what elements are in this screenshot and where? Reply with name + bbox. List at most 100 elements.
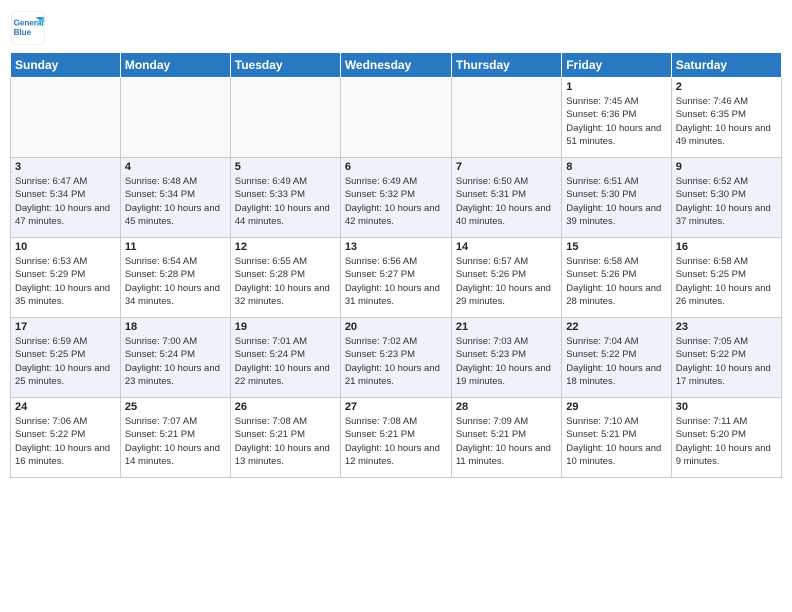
logo-icon: General Blue [10,10,46,46]
calendar-cell: 21 Sunrise: 7:03 AM Sunset: 5:23 PM Dayli… [451,318,561,398]
day-number: 2 [676,81,777,93]
day-number: 30 [676,401,777,413]
day-info: Sunrise: 7:08 AM Sunset: 5:21 PM Dayligh… [235,415,336,468]
day-number: 3 [15,161,116,173]
calendar-cell: 28 Sunrise: 7:09 AM Sunset: 5:21 PM Dayli… [451,398,561,478]
calendar-cell: 27Sunrise: 7:08 AM Sunset: 5:21 PM Dayli… [340,398,451,478]
column-header-thursday: Thursday [451,53,561,78]
column-header-saturday: Saturday [671,53,781,78]
calendar-cell: 17 Sunrise: 6:59 AM Sunset: 5:25 PM Dayli… [11,318,121,398]
day-info: Sunrise: 6:49 AM Sunset: 5:33 PM Dayligh… [235,175,336,228]
day-info: Sunrise: 6:56 AM Sunset: 5:27 PM Dayligh… [345,255,447,308]
header-row: SundayMondayTuesdayWednesdayThursdayFrid… [11,53,782,78]
day-number: 1 [566,81,666,93]
day-info: Sunrise: 7:07 AM Sunset: 5:21 PM Dayligh… [125,415,226,468]
day-number: 15 [566,241,666,253]
day-info: Sunrise: 7:46 AM Sunset: 6:35 PM Dayligh… [676,95,777,148]
day-number: 7 [456,161,557,173]
day-number: 24 [15,401,116,413]
day-info: Sunrise: 6:58 AM Sunset: 5:26 PM Dayligh… [566,255,666,308]
calendar-table: SundayMondayTuesdayWednesdayThursdayFrid… [10,52,782,478]
day-number: 17 [15,321,116,333]
page-header: General Blue [10,10,782,46]
calendar-cell: 10Sunrise: 6:53 AM Sunset: 5:29 PM Dayli… [11,238,121,318]
day-info: Sunrise: 6:47 AM Sunset: 5:34 PM Dayligh… [15,175,116,228]
day-info: Sunrise: 6:49 AM Sunset: 5:32 PM Dayligh… [345,175,447,228]
calendar-cell: 26Sunrise: 7:08 AM Sunset: 5:21 PM Dayli… [230,398,340,478]
calendar-cell: 15 Sunrise: 6:58 AM Sunset: 5:26 PM Dayli… [562,238,671,318]
calendar-cell: 18 Sunrise: 7:00 AM Sunset: 5:24 PM Dayli… [120,318,230,398]
day-info: Sunrise: 6:53 AM Sunset: 5:29 PM Dayligh… [15,255,116,308]
calendar-cell: 29 Sunrise: 7:10 AM Sunset: 5:21 PM Dayli… [562,398,671,478]
calendar-cell: 14 Sunrise: 6:57 AM Sunset: 5:26 PM Dayli… [451,238,561,318]
week-row: 17 Sunrise: 6:59 AM Sunset: 5:25 PM Dayli… [11,318,782,398]
calendar-cell: 20Sunrise: 7:02 AM Sunset: 5:23 PM Dayli… [340,318,451,398]
calendar-cell: 23 Sunrise: 7:05 AM Sunset: 5:22 PM Dayli… [671,318,781,398]
day-info: Sunrise: 6:55 AM Sunset: 5:28 PM Dayligh… [235,255,336,308]
day-number: 12 [235,241,336,253]
day-number: 23 [676,321,777,333]
calendar-cell: 6 Sunrise: 6:49 AM Sunset: 5:32 PM Daylig… [340,158,451,238]
day-info: Sunrise: 7:05 AM Sunset: 5:22 PM Dayligh… [676,335,777,388]
day-info: Sunrise: 7:10 AM Sunset: 5:21 PM Dayligh… [566,415,666,468]
svg-text:Blue: Blue [14,28,32,37]
day-info: Sunrise: 6:54 AM Sunset: 5:28 PM Dayligh… [125,255,226,308]
day-number: 8 [566,161,666,173]
calendar-cell: 24 Sunrise: 7:06 AM Sunset: 5:22 PM Dayli… [11,398,121,478]
svg-text:General: General [14,18,44,27]
day-info: Sunrise: 7:02 AM Sunset: 5:23 PM Dayligh… [345,335,447,388]
day-info: Sunrise: 7:09 AM Sunset: 5:21 PM Dayligh… [456,415,557,468]
calendar-cell: 9Sunrise: 6:52 AM Sunset: 5:30 PM Daylig… [671,158,781,238]
column-header-friday: Friday [562,53,671,78]
calendar-cell [230,78,340,158]
day-info: Sunrise: 6:50 AM Sunset: 5:31 PM Dayligh… [456,175,557,228]
calendar-cell [340,78,451,158]
calendar-cell: 19Sunrise: 7:01 AM Sunset: 5:24 PM Dayli… [230,318,340,398]
day-info: Sunrise: 6:57 AM Sunset: 5:26 PM Dayligh… [456,255,557,308]
day-number: 14 [456,241,557,253]
day-number: 25 [125,401,226,413]
day-number: 11 [125,241,226,253]
day-info: Sunrise: 6:51 AM Sunset: 5:30 PM Dayligh… [566,175,666,228]
calendar-cell [120,78,230,158]
day-number: 5 [235,161,336,173]
day-number: 4 [125,161,226,173]
calendar-cell: 12 Sunrise: 6:55 AM Sunset: 5:28 PM Dayli… [230,238,340,318]
day-info: Sunrise: 6:59 AM Sunset: 5:25 PM Dayligh… [15,335,116,388]
day-info: Sunrise: 7:11 AM Sunset: 5:20 PM Dayligh… [676,415,777,468]
day-info: Sunrise: 7:00 AM Sunset: 5:24 PM Dayligh… [125,335,226,388]
day-info: Sunrise: 6:58 AM Sunset: 5:25 PM Dayligh… [676,255,777,308]
day-number: 29 [566,401,666,413]
calendar-cell: 5 Sunrise: 6:49 AM Sunset: 5:33 PM Daylig… [230,158,340,238]
day-number: 28 [456,401,557,413]
calendar-cell: 2 Sunrise: 7:46 AM Sunset: 6:35 PM Daylig… [671,78,781,158]
column-header-tuesday: Tuesday [230,53,340,78]
day-info: Sunrise: 7:45 AM Sunset: 6:36 PM Dayligh… [566,95,666,148]
calendar-cell: 25 Sunrise: 7:07 AM Sunset: 5:21 PM Dayli… [120,398,230,478]
day-number: 13 [345,241,447,253]
day-info: Sunrise: 6:52 AM Sunset: 5:30 PM Dayligh… [676,175,777,228]
day-number: 16 [676,241,777,253]
calendar-cell [11,78,121,158]
logo: General Blue [10,10,46,46]
column-header-wednesday: Wednesday [340,53,451,78]
calendar-cell [451,78,561,158]
day-number: 6 [345,161,447,173]
calendar-cell: 22 Sunrise: 7:04 AM Sunset: 5:22 PM Dayli… [562,318,671,398]
column-header-sunday: Sunday [11,53,121,78]
day-number: 18 [125,321,226,333]
calendar-cell: 4Sunrise: 6:48 AM Sunset: 5:34 PM Daylig… [120,158,230,238]
calendar-cell: 3 Sunrise: 6:47 AM Sunset: 5:34 PM Daylig… [11,158,121,238]
day-number: 22 [566,321,666,333]
day-number: 21 [456,321,557,333]
week-row: 10Sunrise: 6:53 AM Sunset: 5:29 PM Dayli… [11,238,782,318]
calendar-cell: 1 Sunrise: 7:45 AM Sunset: 6:36 PM Daylig… [562,78,671,158]
week-row: 24 Sunrise: 7:06 AM Sunset: 5:22 PM Dayli… [11,398,782,478]
calendar-cell: 16 Sunrise: 6:58 AM Sunset: 5:25 PM Dayli… [671,238,781,318]
day-info: Sunrise: 7:04 AM Sunset: 5:22 PM Dayligh… [566,335,666,388]
day-info: Sunrise: 7:08 AM Sunset: 5:21 PM Dayligh… [345,415,447,468]
day-info: Sunrise: 7:06 AM Sunset: 5:22 PM Dayligh… [15,415,116,468]
day-info: Sunrise: 7:03 AM Sunset: 5:23 PM Dayligh… [456,335,557,388]
calendar-cell: 11 Sunrise: 6:54 AM Sunset: 5:28 PM Dayli… [120,238,230,318]
column-header-monday: Monday [120,53,230,78]
